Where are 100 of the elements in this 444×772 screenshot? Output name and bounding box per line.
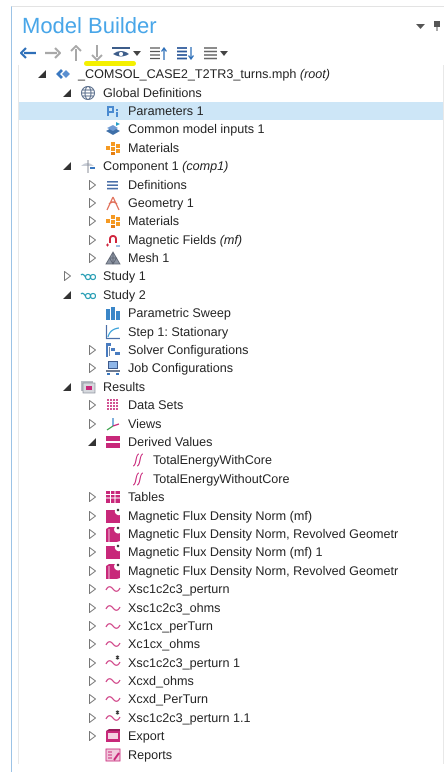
tree-item[interactable]: Results	[19, 378, 443, 396]
collapsed-arrow-icon[interactable]	[88, 253, 96, 264]
tree-item[interactable]: Definitions	[19, 175, 443, 194]
collapsed-arrow-icon[interactable]	[88, 198, 96, 208]
tree-item[interactable]: Xsc1c2c3_ohms	[19, 598, 443, 617]
tree-item[interactable]: Derived Values	[19, 432, 443, 452]
tree-item-label: Reports	[128, 746, 172, 763]
collapsed-arrow-icon[interactable]	[88, 658, 96, 668]
collapsed-arrow-icon[interactable]	[88, 584, 96, 594]
tree-item-label: Common model inputs 1	[128, 121, 264, 138]
toolbar-button[interactable]	[150, 45, 168, 61]
tree-item-label: Xsc1c2c3_perturn	[128, 581, 230, 598]
tree-item[interactable]: Export	[19, 727, 443, 746]
tree-item-label: Magnetic Flux Density Norm (mf) 1	[128, 544, 323, 560]
collapsed-arrow-icon[interactable]	[88, 712, 96, 723]
tree-item-label: Xcxd_PerTurn	[128, 691, 208, 708]
collapsed-arrow-icon[interactable]	[64, 271, 70, 282]
tree-item[interactable]: Xcxd_PerTurn	[19, 690, 443, 709]
tree-item-label: Xc1cx_perTurn	[128, 618, 213, 634]
tree-item[interactable]: Common model inputs 1	[19, 120, 443, 139]
compass-icon	[105, 194, 121, 211]
export-icon	[105, 728, 121, 744]
expanded-arrow-icon[interactable]	[88, 438, 96, 446]
tree-item[interactable]: Parameters 1	[19, 102, 443, 120]
tree-item[interactable]: Magnetic Flux Density Norm, Revolved Geometr	[19, 562, 443, 580]
collapsed-arrow-icon[interactable]	[88, 566, 96, 576]
expanded-arrow-icon[interactable]	[63, 290, 71, 299]
tree-item[interactable]: TotalEnergyWithoutCore	[19, 470, 443, 488]
tree-item[interactable]: Tables	[19, 488, 443, 506]
tree-item[interactable]: Magnetic Flux Density Norm, Revolved Geometr	[19, 524, 443, 544]
tree-item[interactable]: Magnetic Flux Density Norm (mf)	[19, 506, 443, 525]
expanded-arrow-icon[interactable]	[63, 88, 71, 97]
tree-item[interactable]: Step 1: Stationary	[19, 322, 443, 341]
tree-item-label: Parametric Sweep	[128, 305, 231, 322]
toolbar-button[interactable]	[177, 45, 195, 61]
collapsed-arrow-icon[interactable]	[88, 602, 96, 613]
collapsed-arrow-icon[interactable]	[88, 418, 96, 429]
expanded-arrow-icon[interactable]	[63, 382, 71, 391]
collapsed-arrow-icon[interactable]	[88, 731, 96, 742]
tree-item[interactable]: Mesh 1	[19, 248, 443, 268]
collapsed-arrow-icon[interactable]	[88, 363, 96, 374]
expanded-arrow-icon[interactable]	[38, 70, 46, 78]
tree-item[interactable]: TotalEnergyWithCore	[19, 451, 443, 470]
tree-item[interactable]: Xsc1c2c3_perturn 1	[19, 654, 443, 672]
collapsed-arrow-icon[interactable]	[88, 510, 96, 521]
tree-item[interactable]: Xcxd_ohms	[19, 672, 443, 690]
tree-item[interactable]: Materials	[19, 138, 443, 157]
integral-icon	[130, 470, 146, 487]
tree-item-label: Xsc1c2c3_perturn 1	[128, 654, 240, 671]
tree-item[interactable]: Component 1 (comp1)	[19, 156, 443, 176]
tree-item[interactable]: Xsc1c2c3_perturn	[19, 580, 443, 598]
tree-item-label: Xcxd_ohms	[128, 673, 194, 690]
dropdown-caret-icon[interactable]	[416, 24, 425, 28]
collapsed-arrow-icon[interactable]	[88, 492, 96, 502]
tree-item-label: Parameters 1	[128, 102, 204, 119]
collapsed-arrow-icon[interactable]	[88, 216, 96, 226]
highlighter-mark	[84, 61, 136, 66]
tree-item[interactable]: Study 1	[19, 267, 443, 286]
tree-item-label: Magnetic Flux Density Norm (mf)	[128, 508, 312, 524]
materials-icon	[105, 140, 121, 156]
tree-item-label: TotalEnergyWithCore	[153, 452, 272, 468]
panel-title: Model Builder	[22, 13, 158, 39]
collapsed-arrow-icon[interactable]	[88, 620, 96, 631]
pin-icon[interactable]	[434, 21, 440, 31]
tree-item-label: Mesh 1	[128, 250, 170, 266]
collapsed-arrow-icon[interactable]	[88, 345, 96, 356]
collapsed-arrow-icon[interactable]	[88, 694, 96, 704]
tree-item[interactable]: Magnetic Fields (mf)	[19, 230, 443, 249]
mesh-icon	[105, 250, 121, 266]
down-arrow-icon	[91, 45, 103, 61]
solver-icon	[105, 342, 121, 358]
tree-item[interactable]: Global Definitions	[19, 83, 443, 102]
tree-item-label: _COMSOL_CASE2_T2TR3_turns.mph (root)	[78, 66, 330, 82]
tree-item[interactable]: _COMSOL_CASE2_T2TR3_turns.mph (root)	[19, 65, 443, 84]
computer-icon	[105, 360, 121, 376]
tree-item[interactable]: Xsc1c2c3_perturn 1.1	[19, 708, 443, 728]
collapsed-arrow-icon[interactable]	[88, 676, 96, 686]
tree-item[interactable]: Magnetic Flux Density Norm (mf) 1	[19, 543, 443, 562]
expanded-arrow-icon[interactable]	[63, 162, 71, 170]
collapsed-arrow-icon[interactable]	[88, 234, 96, 245]
tree-item[interactable]: Geometry 1	[19, 194, 443, 212]
collapsed-arrow-icon[interactable]	[88, 547, 96, 558]
tree-item[interactable]: Reports	[19, 745, 443, 764]
collapsed-arrow-icon[interactable]	[88, 180, 96, 190]
tree-item[interactable]: Parametric Sweep	[19, 304, 443, 322]
tree-item[interactable]: Xc1cx_ohms	[19, 635, 443, 654]
toolbar-button[interactable]	[204, 45, 228, 61]
collapsed-arrow-icon[interactable]	[88, 528, 96, 539]
sweep-icon	[105, 305, 121, 322]
collapsed-arrow-icon[interactable]	[88, 639, 96, 650]
tree-item[interactable]: Data Sets	[19, 396, 443, 414]
tree-item[interactable]: Materials	[19, 212, 443, 231]
tree-item[interactable]: Views	[19, 414, 443, 433]
tree-item[interactable]: Xc1cx_perTurn	[19, 616, 443, 636]
tree-item[interactable]: Solver Configurations	[19, 340, 443, 360]
collapsed-arrow-icon[interactable]	[88, 400, 96, 410]
tree-item[interactable]: Job Configurations	[19, 359, 443, 378]
curve-icon	[105, 324, 121, 340]
tree-item[interactable]: Study 2	[19, 286, 443, 304]
toolbar-button[interactable]	[20, 45, 36, 61]
